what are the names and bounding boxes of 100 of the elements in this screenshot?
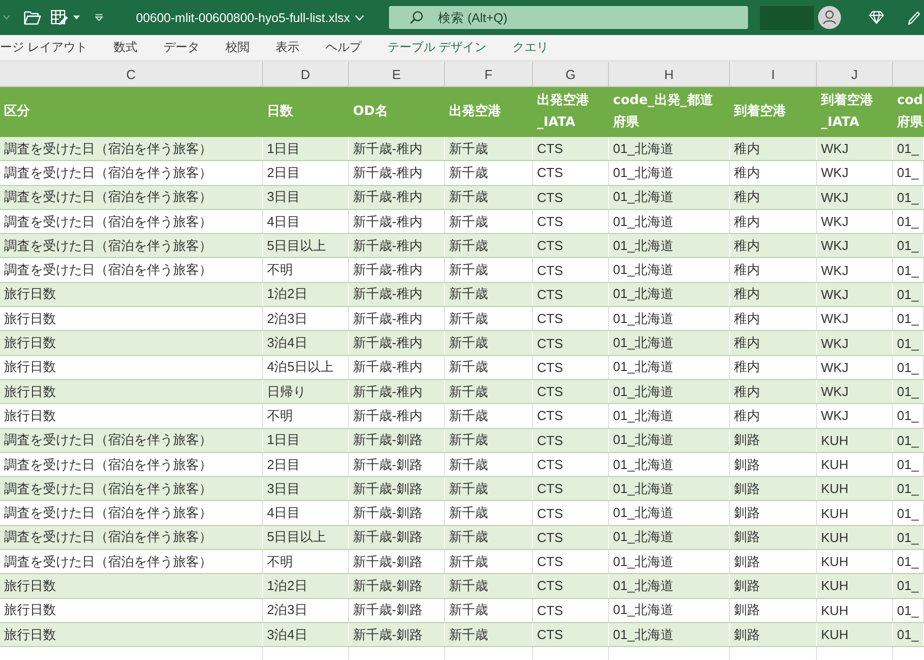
table-cell: 01_ xyxy=(893,428,924,452)
table-cell: 新千歳 xyxy=(445,477,533,500)
table-cell: 調査を受けた日（宿泊を伴う旅客） xyxy=(0,186,263,209)
table-cell: 01_ xyxy=(893,477,924,500)
table-cell: WKJ xyxy=(817,380,893,404)
ribbon-tab[interactable]: ージ レイアウト xyxy=(0,39,88,56)
table-cell: 1泊2日 xyxy=(263,574,349,598)
table-cell: CTS xyxy=(533,186,609,209)
table-cell: 新千歳-釧路 xyxy=(349,526,445,550)
table-cell: CTS xyxy=(533,550,609,574)
ribbon-tab[interactable]: 表示 xyxy=(275,39,300,56)
table-cell: 釧路 xyxy=(730,574,817,598)
pen-icon[interactable] xyxy=(908,10,920,24)
table-cell: 新千歳-稚内 xyxy=(349,331,445,355)
ribbon-tab[interactable]: テーブル デザイン xyxy=(387,39,487,56)
column-heading: 出発空港 _IATA xyxy=(536,92,590,132)
table-cell: WKJ xyxy=(817,356,893,379)
redaction-block xyxy=(760,6,814,30)
ribbon-tab[interactable]: データ xyxy=(163,39,200,56)
table-cell: CTS xyxy=(533,161,609,185)
search-icon xyxy=(410,11,423,24)
table-cell: 01_ xyxy=(893,210,924,234)
table-cell: CTS xyxy=(533,380,609,404)
table-cell: 新千歳 xyxy=(445,331,533,355)
table-cell: 01_北海道 xyxy=(609,526,730,550)
table-cell: 01_ xyxy=(893,186,924,209)
search-field[interactable]: 検索 (Alt+Q) xyxy=(389,6,748,29)
table-cell: 3泊4日 xyxy=(263,331,349,355)
table-cell: CTS xyxy=(533,428,609,452)
table-cell: 調査を受けた日（宿泊を伴う旅客） xyxy=(0,161,263,185)
table-cell: 稚内 xyxy=(730,307,817,330)
table-cell: 新千歳 xyxy=(445,186,533,209)
table-cell: 新千歳-釧路 xyxy=(349,452,445,476)
table-cell: 1日目 xyxy=(263,137,349,160)
column-heading: OD名 xyxy=(352,103,389,121)
table-cell: 新千歳-稚内 xyxy=(349,137,445,160)
table-cell: 01_北海道 xyxy=(609,210,730,234)
table-cell: 新千歳-稚内 xyxy=(349,404,445,428)
customize-caret-icon[interactable] xyxy=(95,14,103,21)
diamond-icon[interactable] xyxy=(869,11,884,24)
table-cell: 新千歳 xyxy=(445,234,533,258)
grid-pencil-icon[interactable] xyxy=(51,10,68,26)
table-cell: 旅行日数 xyxy=(0,282,263,306)
table-cell: 2日目 xyxy=(263,161,349,185)
table-cell: 旅行日数 xyxy=(0,622,263,646)
table-cell: 調査を受けた日（宿泊を伴う旅客） xyxy=(0,258,263,282)
table-cell: 1泊2日 xyxy=(263,282,349,306)
ribbon-tab[interactable]: 校閲 xyxy=(225,39,250,56)
table-cell: WKJ xyxy=(817,137,893,160)
table-cell: 01_北海道 xyxy=(609,186,730,209)
chevron-icon xyxy=(355,14,364,20)
table-cell: 01_北海道 xyxy=(609,428,730,452)
table-cell: 新千歳 xyxy=(445,526,533,550)
table-cell: 新千歳 xyxy=(445,550,533,574)
column-letter[interactable]: G xyxy=(533,62,609,86)
column-heading: 出発空港 xyxy=(448,102,502,121)
table-cell: 01_北海道 xyxy=(609,452,730,476)
column-letter[interactable]: F xyxy=(445,62,533,86)
ribbon-tab[interactable]: 数式 xyxy=(113,39,138,56)
table-cell: 日帰り xyxy=(263,380,349,404)
table-cell: 1日目 xyxy=(263,428,349,452)
table-cell: 新千歳-釧路 xyxy=(349,550,445,574)
ribbon-tab[interactable]: ヘルプ xyxy=(325,39,362,56)
table-cell: 不明 xyxy=(263,258,349,282)
table-cell: 01_北海道 xyxy=(609,550,730,574)
column-letter[interactable]: D xyxy=(263,62,349,86)
table-cell: 新千歳 xyxy=(445,137,533,160)
column-letter[interactable]: J xyxy=(817,62,893,86)
table-cell: 01_ xyxy=(893,452,924,476)
column-letter[interactable]: I xyxy=(730,62,817,86)
table-cell: 新千歳 xyxy=(445,622,533,646)
column-letter[interactable]: H xyxy=(609,62,730,86)
column-heading: 到着空港 _IATA xyxy=(820,92,874,132)
table-cell: 5日目以上 xyxy=(263,526,349,550)
table-cell: 01_北海道 xyxy=(609,282,730,306)
avatar-icon[interactable] xyxy=(818,6,841,29)
table-cell: 5日目以上 xyxy=(263,234,349,258)
table-cell: 新千歳-釧路 xyxy=(349,477,445,500)
table-cell: 01_ xyxy=(893,501,924,525)
column-letter[interactable]: E xyxy=(349,62,445,86)
table-cell: CTS xyxy=(533,404,609,428)
column-letter[interactable]: C xyxy=(0,62,263,86)
table-cell: 01_ xyxy=(893,574,924,598)
table-cell: 釧路 xyxy=(730,501,817,525)
table-cell: 新千歳-稚内 xyxy=(349,186,445,209)
caret-icon[interactable] xyxy=(73,15,80,20)
table-cell: 新千歳 xyxy=(445,258,533,282)
table-cell: CTS xyxy=(533,622,609,646)
table-cell: 稚内 xyxy=(730,210,817,234)
ribbon-tab[interactable]: クエリ xyxy=(512,39,549,56)
table-cell: 調査を受けた日（宿泊を伴う旅客） xyxy=(0,210,263,234)
table-cell: KUH xyxy=(817,501,893,525)
folder-icon[interactable] xyxy=(24,10,41,24)
file-name-button[interactable]: 00600-mlit-00600800-hyo5-full-list.xlsx xyxy=(136,10,364,24)
table-cell: 釧路 xyxy=(730,477,817,500)
column-heading: 区分 xyxy=(3,103,31,121)
table-cell: CTS xyxy=(533,501,609,525)
table-cell: CTS xyxy=(533,307,609,330)
table-cell: 01_北海道 xyxy=(609,574,730,598)
table-cell: 01_ xyxy=(893,550,924,574)
